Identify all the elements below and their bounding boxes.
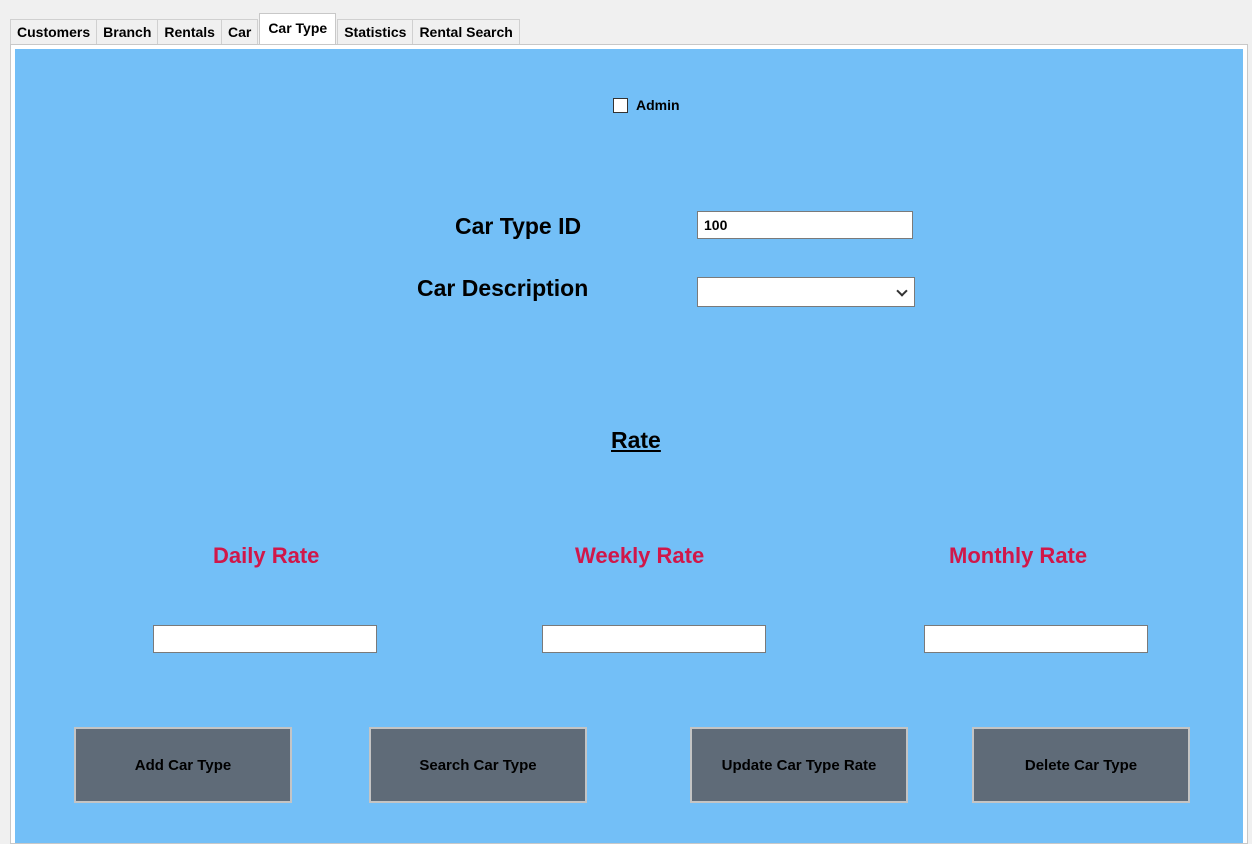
tab-page-car-type: Admin Car Type ID 100 Car Description Ra… [10, 44, 1248, 844]
search-car-type-button[interactable]: Search Car Type [369, 727, 587, 803]
car-type-id-label: Car Type ID [455, 213, 582, 239]
tab-rental-search[interactable]: Rental Search [412, 19, 520, 44]
daily-rate-label: Daily Rate [213, 543, 320, 568]
delete-car-type-button[interactable]: Delete Car Type [972, 727, 1190, 803]
car-description-label: Car Description [417, 275, 589, 301]
tab-statistics[interactable]: Statistics [337, 19, 414, 44]
tab-car[interactable]: Car [220, 19, 259, 44]
car-type-panel: Admin Car Type ID 100 Car Description Ra… [15, 49, 1243, 843]
admin-checkbox[interactable] [613, 97, 628, 113]
admin-label: Admin [636, 97, 680, 113]
add-car-type-button[interactable]: Add Car Type [74, 727, 292, 803]
tab-customers[interactable]: Customers [10, 19, 98, 44]
daily-rate-input[interactable] [153, 625, 377, 653]
app-window: Customers Branch Rentals Car Car Type St… [0, 0, 1252, 844]
car-type-id-input[interactable]: 100 [697, 211, 913, 239]
weekly-rate-label: Weekly Rate [575, 543, 705, 568]
update-car-type-rate-button[interactable]: Update Car Type Rate [690, 727, 908, 803]
tab-car-type[interactable]: Car Type [259, 13, 337, 44]
monthly-rate-label: Monthly Rate [949, 543, 1088, 568]
weekly-rate-input[interactable] [542, 625, 766, 653]
tab-branch[interactable]: Branch [96, 19, 159, 44]
tab-strip: Customers Branch Rentals Car Car Type St… [10, 13, 520, 44]
rate-heading: Rate [611, 427, 661, 453]
tab-rentals[interactable]: Rentals [157, 19, 222, 44]
admin-checkbox-group[interactable]: Admin [613, 97, 680, 113]
car-description-dropdown[interactable] [697, 277, 915, 307]
chevron-down-icon[interactable] [896, 285, 908, 297]
monthly-rate-input[interactable] [924, 625, 1148, 653]
